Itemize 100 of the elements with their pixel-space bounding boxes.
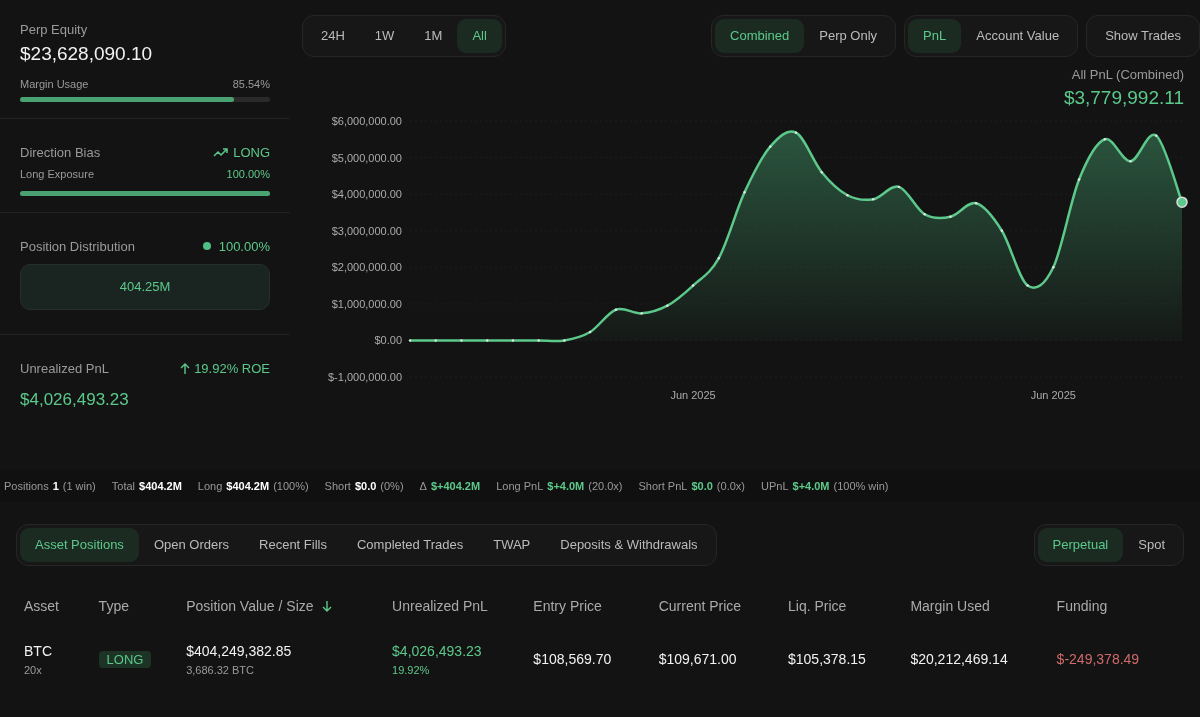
- chart-title: All PnL (Combined): [1070, 65, 1184, 84]
- data-point: [1103, 137, 1106, 140]
- column-header[interactable]: Funding: [1056, 595, 1108, 617]
- data-point: [691, 283, 695, 287]
- column-header[interactable]: Margin Used: [910, 595, 990, 617]
- data-point: [486, 338, 489, 342]
- summary-value: 100.00%: [226, 167, 270, 182]
- summary-value: 85.54%: [232, 77, 270, 92]
- position-type-tag: LONG: [98, 650, 152, 668]
- data-point: [537, 338, 540, 342]
- data-point: [743, 190, 746, 193]
- data-point: [1129, 159, 1132, 162]
- summary-label: Perp Equity: [20, 21, 89, 39]
- metric-tab[interactable]: Account Value: [961, 19, 1075, 53]
- stat-label: Total: [111, 478, 136, 494]
- summary-label: Margin Usage: [20, 77, 89, 92]
- column-header[interactable]: Entry Price: [533, 595, 602, 617]
- summary-label: Long Exposure: [20, 167, 94, 182]
- asset-name: BTC: [24, 641, 53, 661]
- data-point: [974, 201, 978, 204]
- table-cell: $108,569.70: [533, 650, 612, 667]
- roe-value: 19.92% ROE: [194, 360, 270, 378]
- market-tab[interactable]: Perpetual: [1037, 528, 1124, 562]
- x-axis-label: Jun 2025: [1030, 388, 1076, 401]
- data-point: [1176, 195, 1188, 208]
- range-tab[interactable]: 1M: [409, 19, 458, 53]
- y-axis-label: $5,000,000.00: [331, 151, 402, 164]
- data-point: [769, 144, 772, 148]
- column-header[interactable]: Unrealized PnL: [392, 595, 488, 617]
- y-axis-label: $6,000,000.00: [331, 114, 402, 127]
- x-axis-label: Jun 2025: [670, 388, 716, 401]
- range-tab[interactable]: 1W: [359, 19, 410, 53]
- data-point: [820, 170, 823, 173]
- stat-label: Short PnL: [638, 478, 688, 494]
- data-point: [1077, 177, 1081, 181]
- data-point: [563, 338, 566, 342]
- equity-value: $23,628,090.10: [20, 41, 154, 66]
- stat-value: $+4.0M: [792, 478, 830, 494]
- column-header[interactable]: Current Price: [658, 595, 742, 617]
- position-tab[interactable]: Recent Fills: [244, 528, 342, 562]
- position-tab[interactable]: TWAP: [478, 528, 546, 562]
- data-point: [1000, 229, 1004, 232]
- stat-label: Positions: [4, 478, 49, 494]
- range-tab[interactable]: 24H: [306, 19, 360, 53]
- position-tab[interactable]: Asset Positions: [20, 528, 139, 562]
- data-point: [408, 338, 412, 342]
- upnl-value: $4,026,493.23: [20, 388, 130, 411]
- data-point: [949, 215, 952, 218]
- stat-value: $404.2M: [139, 478, 182, 494]
- scope-tab[interactable]: Combined: [715, 19, 805, 53]
- pnl-percent: 19.92%: [392, 662, 431, 678]
- y-axis-label: $0.00: [374, 333, 402, 346]
- sort-down-icon[interactable]: [321, 600, 332, 612]
- data-point: [511, 338, 515, 342]
- column-header[interactable]: Type: [98, 595, 129, 617]
- data-point: [460, 338, 463, 342]
- data-point: [923, 212, 926, 215]
- data-point: [1155, 133, 1158, 137]
- size-text: 3,686.32 BTC: [186, 662, 256, 678]
- direction-value: LONG: [233, 143, 270, 162]
- y-axis-label: $3,000,000.00: [331, 224, 402, 237]
- y-axis-label: $1,000,000.00: [331, 297, 402, 310]
- metric-tab[interactable]: PnL: [908, 19, 962, 53]
- summary-label: Position Distribution: [20, 237, 135, 256]
- position-tab[interactable]: Open Orders: [138, 528, 245, 562]
- arrow-up-icon: [180, 362, 191, 375]
- table-cell: $20,212,469.14: [910, 650, 1008, 667]
- data-point: [434, 338, 437, 342]
- summary-value: 100.00%: [218, 237, 270, 256]
- distribution-bar: 404.25M: [20, 264, 270, 310]
- trend-up-icon: [213, 147, 230, 158]
- stat-value: 1: [52, 478, 59, 494]
- stat-note: (1 win): [62, 478, 96, 494]
- data-point: [717, 256, 720, 259]
- stat-label: Δ: [419, 478, 427, 494]
- chart-total: $3,779,992.11: [1062, 86, 1184, 110]
- position-tab[interactable]: Completed Trades: [341, 528, 479, 562]
- table-cell: $109,671.00: [658, 650, 737, 667]
- stat-value: $0.0: [354, 478, 377, 494]
- column-header[interactable]: Position Value / Size: [186, 595, 314, 617]
- data-point: [794, 131, 798, 134]
- stat-value: $404.2M: [226, 478, 270, 494]
- scope-tab[interactable]: Perp Only: [804, 19, 893, 53]
- column-header[interactable]: Asset: [24, 595, 59, 617]
- stat-label: UPnL: [761, 478, 789, 494]
- column-header[interactable]: Liq. Price: [788, 595, 847, 617]
- range-tab[interactable]: All: [457, 19, 502, 53]
- summary-label: Unrealized PnL: [20, 360, 109, 378]
- data-point: [872, 197, 875, 200]
- leverage-text: 20x: [24, 662, 43, 678]
- stat-value: $+4.0M: [547, 478, 585, 494]
- stat-note: (0.0x): [716, 478, 745, 494]
- stat-label: Long PnL: [496, 478, 544, 494]
- y-axis-label: $2,000,000.00: [331, 260, 402, 273]
- market-tab[interactable]: Spot: [1123, 528, 1180, 562]
- position-tab[interactable]: Deposits & Withdrawals: [545, 528, 713, 562]
- data-point: [588, 330, 592, 333]
- data-point: [640, 311, 643, 315]
- stat-note: (100% win): [833, 478, 889, 494]
- data-point: [1052, 265, 1055, 268]
